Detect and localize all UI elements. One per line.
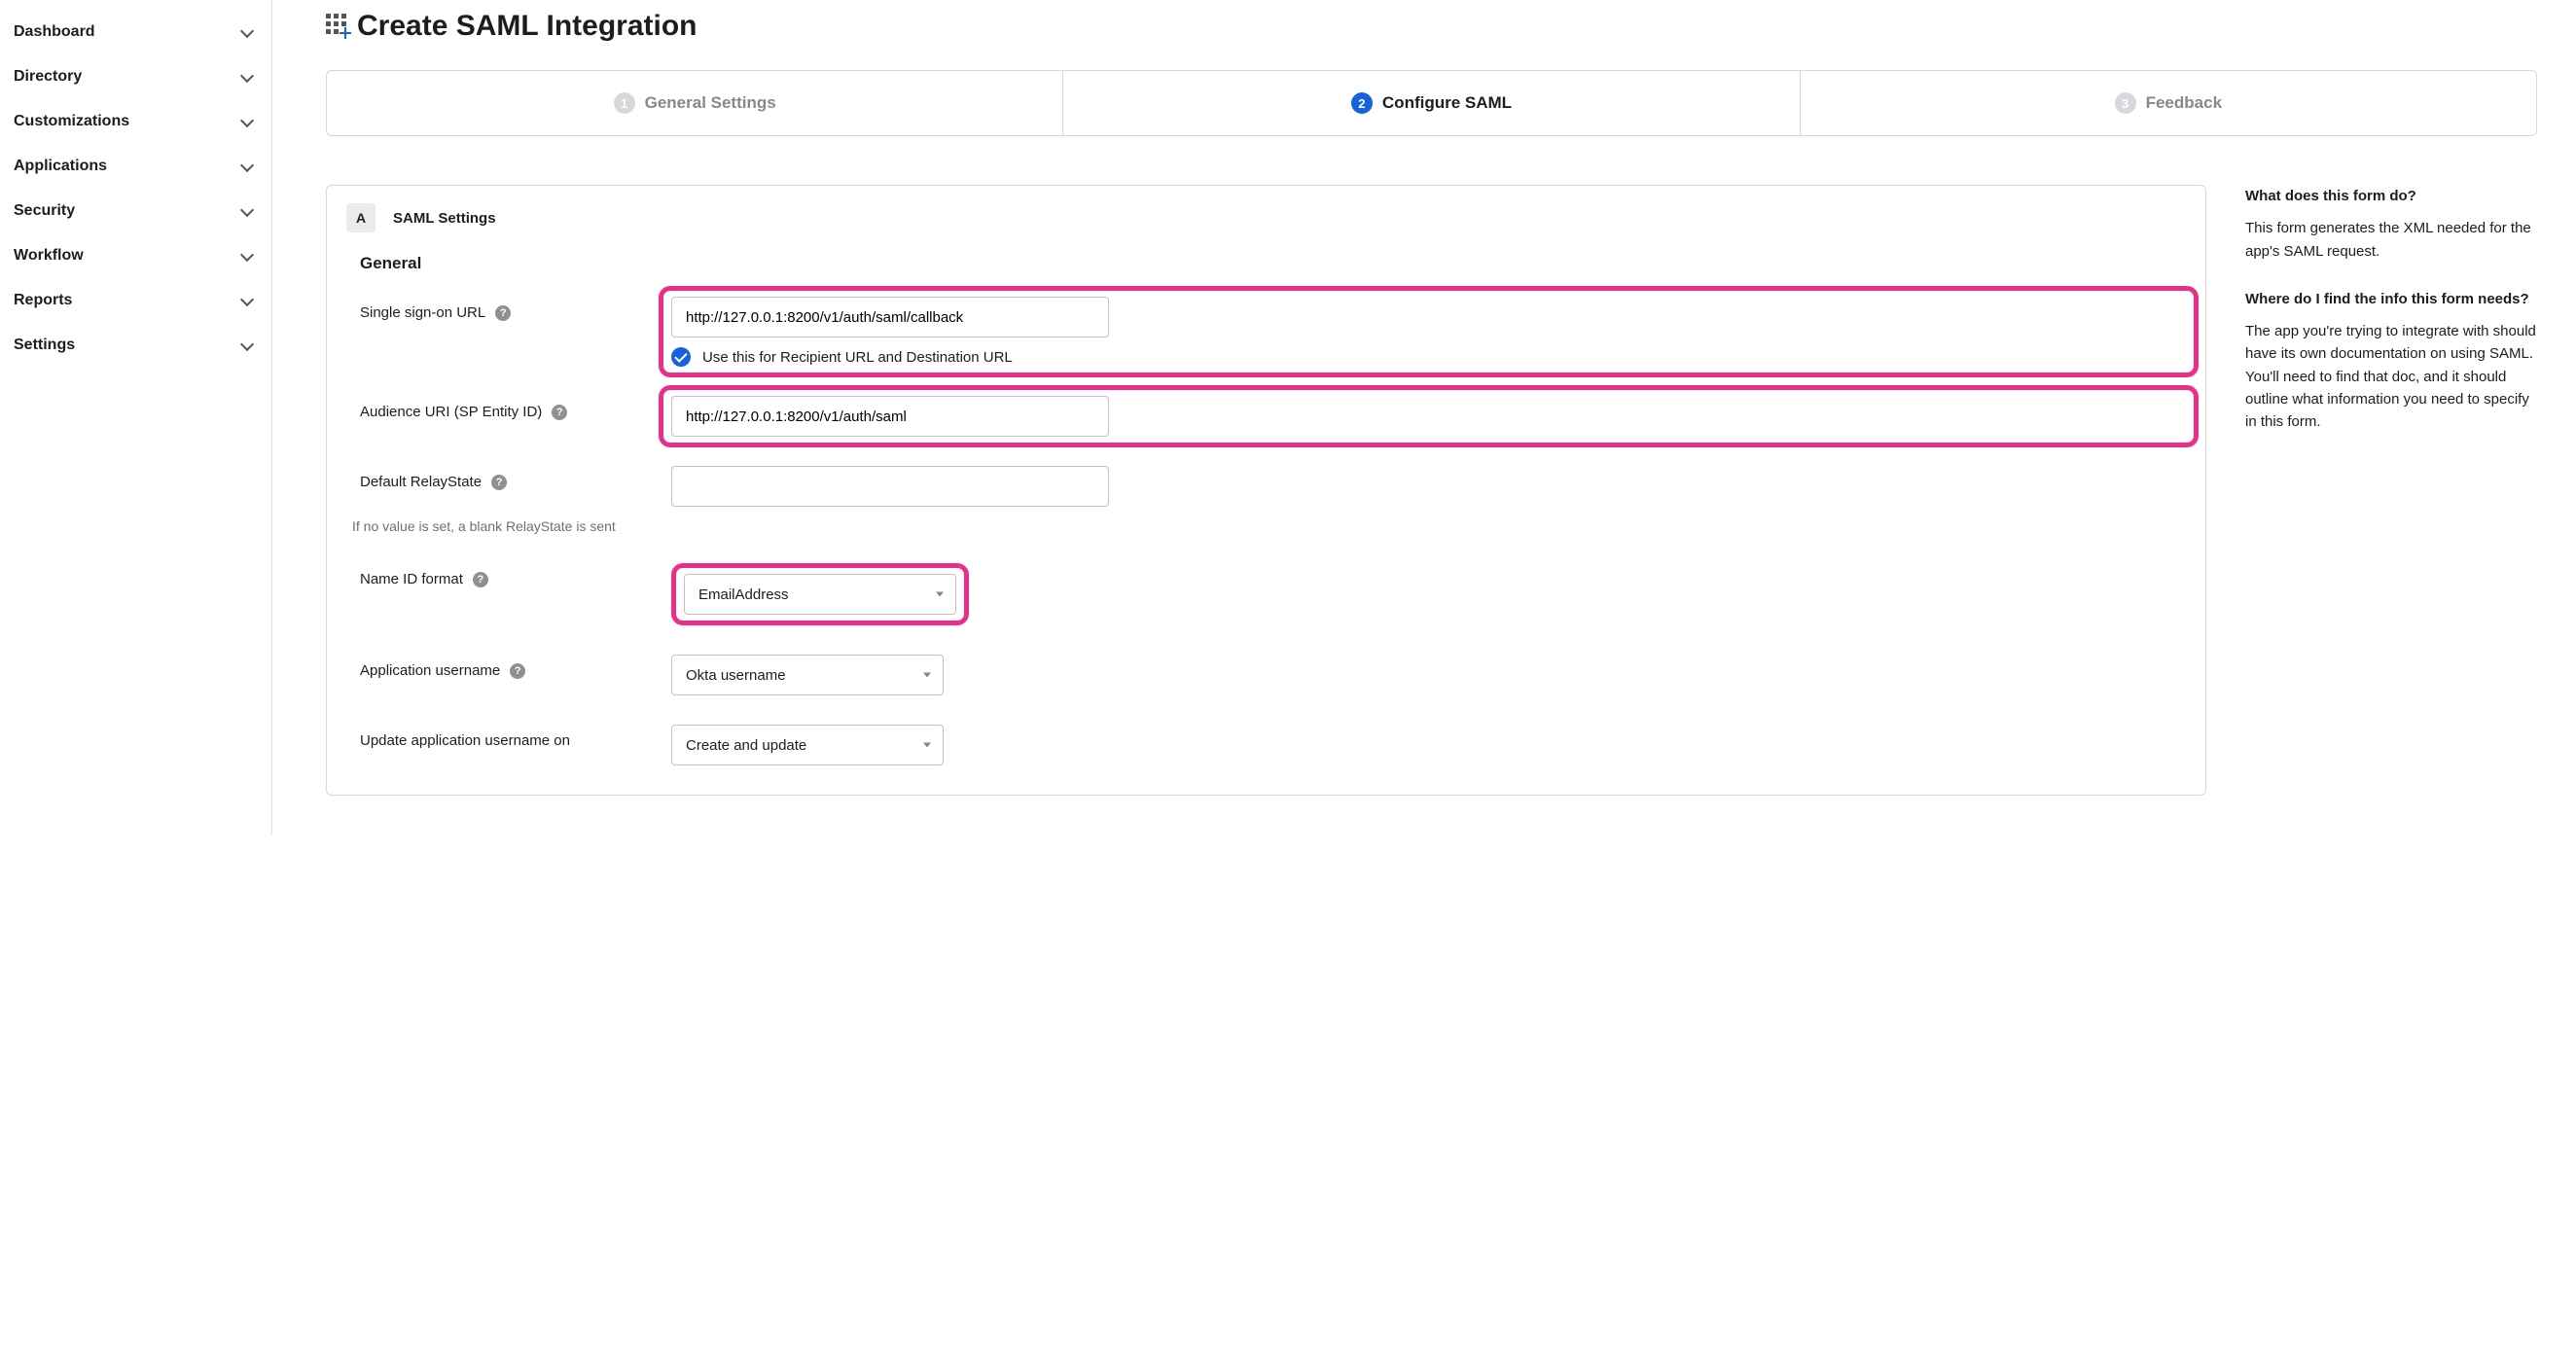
chevron-down-icon bbox=[923, 673, 931, 678]
step-number: 1 bbox=[614, 92, 635, 114]
panel-title: SAML Settings bbox=[393, 210, 496, 227]
sidebar: Dashboard Directory Customizations Appli… bbox=[0, 0, 272, 835]
step-label: Feedback bbox=[2146, 93, 2222, 113]
sso-checkbox-label: Use this for Recipient URL and Destinati… bbox=[702, 349, 1013, 366]
app-username-value: Okta username bbox=[686, 667, 786, 684]
help-icon[interactable]: ? bbox=[473, 572, 488, 587]
chevron-down-icon bbox=[240, 160, 252, 172]
sidebar-item-label: Applications bbox=[14, 158, 107, 175]
sidebar-item-label: Customizations bbox=[14, 113, 129, 130]
sidebar-item-security[interactable]: Security bbox=[0, 189, 271, 233]
highlight-nameid: EmailAddress bbox=[671, 563, 969, 625]
chevron-down-icon bbox=[240, 71, 252, 83]
sidebar-item-settings[interactable]: Settings bbox=[0, 323, 271, 368]
sso-url-label: Single sign-on URL bbox=[360, 304, 485, 321]
info-sidebar: What does this form do? This form genera… bbox=[2245, 185, 2537, 796]
sidebar-item-directory[interactable]: Directory bbox=[0, 54, 271, 99]
sidebar-item-label: Workflow bbox=[14, 247, 84, 265]
step-label: General Settings bbox=[645, 93, 776, 113]
help-icon[interactable]: ? bbox=[491, 475, 507, 490]
sso-url-input[interactable] bbox=[671, 297, 1109, 338]
step-number: 3 bbox=[2115, 92, 2136, 114]
sidebar-item-label: Security bbox=[14, 202, 75, 220]
update-username-label: Update application username on bbox=[360, 732, 570, 749]
sidebar-item-label: Reports bbox=[14, 292, 72, 309]
page-header: Create SAML Integration bbox=[326, 10, 2537, 43]
main-content: Create SAML Integration 1 General Settin… bbox=[272, 0, 2576, 835]
highlight-sso: Use this for Recipient URL and Destinati… bbox=[659, 286, 2199, 377]
chevron-down-icon bbox=[923, 743, 931, 748]
nameid-select[interactable]: EmailAddress bbox=[684, 574, 956, 615]
chevron-down-icon bbox=[240, 26, 252, 38]
sidebar-item-label: Settings bbox=[14, 337, 75, 354]
relaystate-note: If no value is set, a blank RelayState i… bbox=[350, 518, 2186, 534]
relaystate-input[interactable] bbox=[671, 466, 1109, 507]
sso-checkbox-row[interactable]: Use this for Recipient URL and Destinati… bbox=[671, 347, 2186, 367]
app-grid-plus-icon bbox=[326, 14, 351, 39]
app-username-select[interactable]: Okta username bbox=[671, 655, 944, 695]
sidebar-item-label: Dashboard bbox=[14, 23, 95, 41]
chevron-down-icon bbox=[240, 250, 252, 262]
audience-uri-input[interactable] bbox=[671, 396, 1109, 437]
chevron-down-icon bbox=[936, 592, 944, 597]
step-general-settings[interactable]: 1 General Settings bbox=[327, 71, 1063, 135]
sidebar-item-reports[interactable]: Reports bbox=[0, 278, 271, 323]
chevron-down-icon bbox=[240, 205, 252, 217]
update-username-select[interactable]: Create and update bbox=[671, 725, 944, 765]
sidebar-item-label: Directory bbox=[14, 68, 82, 86]
sidebar-item-dashboard[interactable]: Dashboard bbox=[0, 10, 271, 54]
page-title: Create SAML Integration bbox=[357, 10, 698, 43]
info-heading-2: Where do I find the info this form needs… bbox=[2245, 288, 2537, 310]
chevron-down-icon bbox=[240, 116, 252, 127]
relaystate-label: Default RelayState bbox=[360, 474, 482, 490]
step-feedback[interactable]: 3 Feedback bbox=[1801, 71, 2536, 135]
nameid-value: EmailAddress bbox=[698, 586, 789, 603]
sidebar-item-customizations[interactable]: Customizations bbox=[0, 99, 271, 144]
help-icon[interactable]: ? bbox=[495, 305, 511, 321]
step-configure-saml[interactable]: 2 Configure SAML bbox=[1063, 71, 1800, 135]
audience-uri-label: Audience URI (SP Entity ID) bbox=[360, 404, 542, 420]
nameid-label: Name ID format bbox=[360, 571, 463, 587]
sidebar-item-workflow[interactable]: Workflow bbox=[0, 233, 271, 278]
highlight-audience bbox=[659, 385, 2199, 447]
step-number: 2 bbox=[1351, 92, 1373, 114]
checkbox-checked-icon[interactable] bbox=[671, 347, 691, 367]
step-label: Configure SAML bbox=[1382, 93, 1512, 113]
update-username-value: Create and update bbox=[686, 737, 806, 754]
chevron-down-icon bbox=[240, 295, 252, 306]
section-title: General bbox=[360, 254, 2186, 273]
wizard-steps: 1 General Settings 2 Configure SAML 3 Fe… bbox=[326, 70, 2537, 136]
help-icon[interactable]: ? bbox=[510, 663, 525, 679]
info-text-1: This form generates the XML needed for t… bbox=[2245, 217, 2537, 263]
chevron-down-icon bbox=[240, 339, 252, 351]
saml-settings-panel: A SAML Settings General Single sign-on U… bbox=[326, 185, 2206, 796]
help-icon[interactable]: ? bbox=[552, 405, 567, 420]
app-username-label: Application username bbox=[360, 662, 500, 679]
panel-badge: A bbox=[346, 203, 376, 232]
info-heading-1: What does this form do? bbox=[2245, 185, 2537, 207]
sidebar-item-applications[interactable]: Applications bbox=[0, 144, 271, 189]
info-text-2: The app you're trying to integrate with … bbox=[2245, 320, 2537, 433]
